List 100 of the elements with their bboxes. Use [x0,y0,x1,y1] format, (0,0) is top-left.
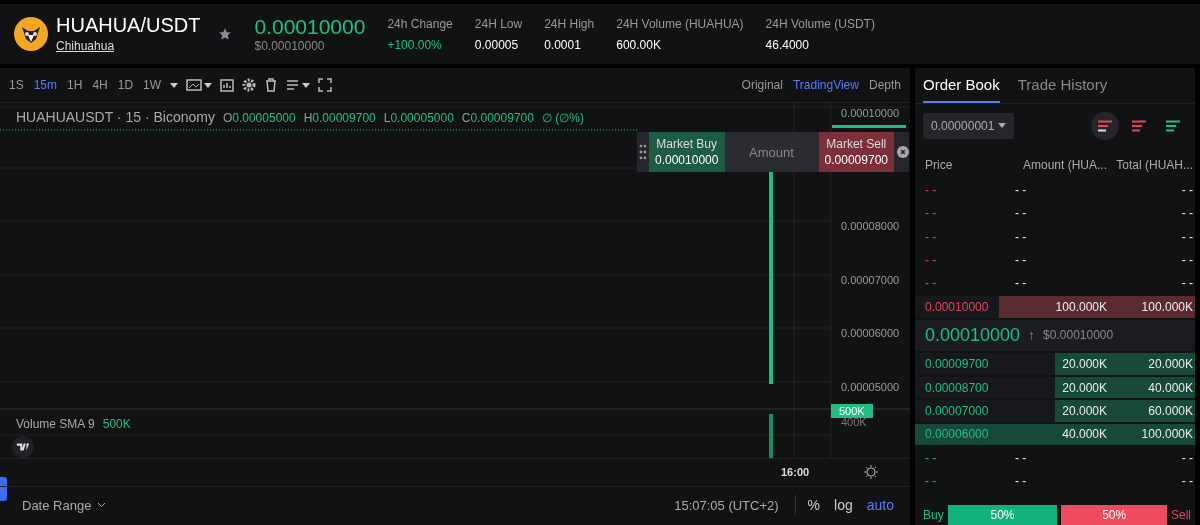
side-toggle[interactable] [0,477,7,501]
book-tab[interactable]: Order Book [923,68,1000,103]
favorite-star-icon[interactable] [218,27,233,41]
order-total: - - [1180,252,1193,267]
buy-label: Buy [923,508,944,523]
interval-tab[interactable]: 4H [91,78,109,92]
interval-tab[interactable]: 1W [142,78,163,92]
order-book-icon [1166,119,1180,132]
tv-logo-icon[interactable] [12,436,34,458]
column-header: Price [925,157,954,172]
order-price: 0.00010000 [925,299,990,314]
volume-value: 500K [102,417,131,431]
scale-toggle[interactable]: log [832,497,855,513]
order-total: - - [1180,450,1193,465]
interval-tab[interactable]: 15m [32,78,59,92]
order-price: - - [925,474,938,489]
price-axis-label: 0.00006000 [841,327,900,339]
stat-value: 0.00005 [474,37,520,52]
coin-name-link[interactable]: Chihuahua [56,39,115,53]
market-sell-button[interactable]: Market Sell 0.00009700 [818,132,895,172]
price-axis-label: 0.00005000 [841,381,900,393]
amount-input[interactable]: Amount [724,143,819,161]
ohlc-value: C0.00009700 [461,111,534,125]
order-amount: - - [1015,252,1028,267]
price-axis-label: 0.00007000 [841,274,900,286]
stat-label: 24H Volume (USDT) [765,16,875,31]
order-total: 20.000K [1147,357,1193,372]
sell-label: Sell [1171,508,1191,523]
chart-type-icon[interactable] [186,78,213,92]
change-value: ∅ (∅%) [541,111,584,125]
price-axis-label: 0.00008000 [841,220,900,232]
ohlc-value: L0.00005000 [383,111,454,125]
order-book-icon [1098,119,1112,132]
market-buy-button[interactable]: Market Buy 0.00010000 [648,132,725,172]
order-amount: 40.000K [1061,427,1107,442]
order-amount: - - [1015,450,1028,465]
sun-icon[interactable] [864,465,878,479]
indicator-icon[interactable] [220,78,235,92]
order-amount: 20.000K [1061,404,1107,419]
sell-percent: 50% [1057,505,1167,525]
order-amount: - - [1015,182,1028,197]
order-price: - - [925,229,938,244]
amount-field[interactable]: Amount [724,132,819,172]
order-amount: 100.000K [1054,299,1107,314]
volume-bar [769,414,773,458]
interval-tab[interactable]: 1D [116,78,135,92]
order-price: - - [925,206,938,221]
dog-logo-icon [14,17,48,51]
order-total: 60.000K [1147,404,1193,419]
order-price: 0.00008700 [925,380,990,395]
view-tab[interactable]: Original [740,78,784,92]
order-total: - - [1180,474,1193,489]
interval-tab[interactable]: 1H [66,78,84,92]
interval-tab[interactable]: 1S [8,78,25,92]
fullscreen-icon[interactable] [318,78,333,92]
price-axis-label: 0.00010000 [841,107,900,119]
close-icon[interactable] [897,146,909,158]
order-amount: - - [1015,229,1028,244]
price-usd: $0.00010000 [254,39,326,53]
stat-value: 46.4000 [765,37,810,52]
date-range-button[interactable]: Date Range [22,497,107,513]
order-price: - - [925,450,938,465]
stat-value: 600.00K [616,37,662,52]
precision-dropdown[interactable]: 0.00000001 [923,112,1015,139]
last-price: 0.00010000 [254,15,366,39]
order-amount: - - [1015,206,1028,221]
time-axis-label: 16:00 [781,466,810,478]
trash-icon[interactable] [264,78,279,92]
order-price: - - [925,182,938,197]
scale-toggle[interactable]: auto [864,497,896,513]
symbol-legend: HUAHUAUSDT · 15 · Biconomy [16,109,215,125]
list-icon[interactable] [286,78,311,92]
order-price: 0.00007000 [925,404,990,419]
drag-handle-icon[interactable] [637,142,649,162]
order-price: - - [925,252,938,267]
buy-ratio-bar: 50% [947,505,1058,525]
stat-label: 24H Volume (HUAHUA) [616,16,744,31]
caret-icon [998,123,1007,129]
volume-legend: Volume SMA 9 [16,417,95,431]
order-amount: - - [1015,474,1028,489]
settings-icon[interactable] [242,78,257,92]
book-view-button[interactable] [1091,111,1119,140]
mid-price-usd: $0.00010000 [1043,328,1114,343]
pair-symbol: HUAHUA/USDT [56,14,201,36]
volume-tag: 500K [831,404,873,418]
column-header: Amount (HUA... [1021,157,1107,172]
stat-value: 0.0001 [544,37,582,52]
order-price: - - [925,276,938,291]
up-arrow: ↑ [1028,327,1036,344]
stat-label: 24H High [544,16,595,31]
order-book-icon [1132,119,1146,132]
view-tab[interactable]: Depth [867,78,902,92]
order-amount: 20.000K [1061,357,1107,372]
book-tab[interactable]: Trade History [1017,68,1108,103]
scale-toggle[interactable]: % [805,497,823,513]
order-price: 0.00009700 [925,357,990,372]
view-tab[interactable]: TradingView [791,78,860,92]
order-total: - - [1180,229,1193,244]
ohlc-value: H0.00009700 [303,111,376,125]
stat-label: 24H Low [474,16,523,31]
